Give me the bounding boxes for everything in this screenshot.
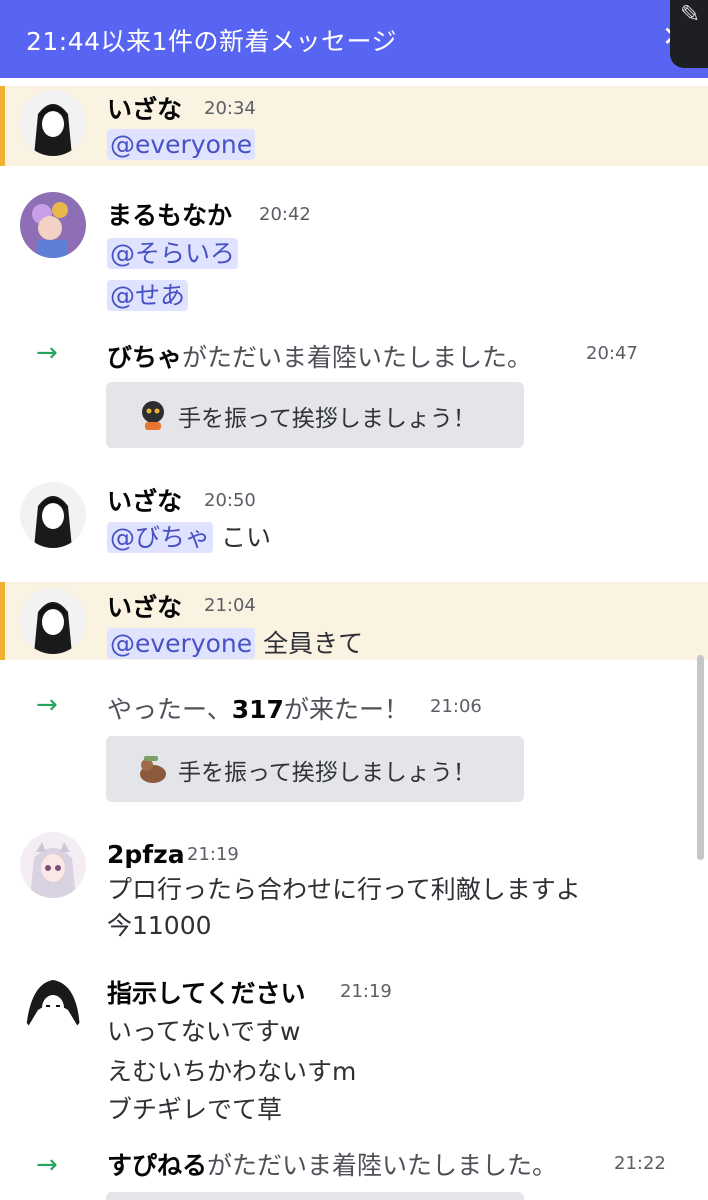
mention[interactable]: @そらいろ [107,238,239,269]
timestamp: 21:06 [430,696,482,717]
joined-user[interactable]: びちゃ [107,343,182,372]
author-name[interactable]: まるもなか [107,196,232,232]
message-content: @そらいろ [107,234,239,270]
timestamp: 20:34 [204,98,256,119]
author-name[interactable]: いざな [107,588,182,624]
timestamp: 21:19 [340,981,392,1002]
author-name[interactable]: いざな [107,482,182,518]
message-content: @びちゃ こい [107,518,271,554]
avatar[interactable] [20,970,86,1036]
message-text: いってないですw [107,1017,301,1046]
system-message: やったー、317が来たー！ [107,690,409,726]
pencil-icon: ✎ [680,0,701,28]
mention[interactable]: @せあ [107,280,189,311]
avatar[interactable] [20,192,86,258]
message-text: こい [213,523,271,552]
mention[interactable]: @びちゃ [107,522,214,553]
message-content: @everyone 全員きて [107,624,363,660]
timestamp: 20:42 [259,204,311,225]
robot-sticker-icon [142,401,164,430]
wave-button-label: 手を振って挨拶しましょう！ [178,760,476,786]
joined-user[interactable]: 317 [232,695,284,724]
scrollbar[interactable] [697,655,704,860]
wave-button[interactable] [106,1192,524,1200]
wave-button[interactable]: 手を振って挨拶しましょう！ [106,382,524,448]
message-content: @せあ [107,276,189,312]
author-name[interactable]: 指示してください [107,974,306,1010]
joined-user[interactable]: すぴねる [107,1151,207,1180]
animal-sticker-icon [140,756,166,783]
timestamp: 20:47 [586,343,638,364]
new-messages-banner[interactable]: 21:44以来1件の新着メッセージ ✕ [0,0,708,78]
avatar[interactable] [20,832,86,898]
mention[interactable]: @everyone [107,628,256,659]
avatar[interactable] [20,90,86,156]
message-text: プロ行ったら合わせに行って利敵しますよ [107,875,581,904]
arrow-right-icon: → [36,690,58,720]
message-text: えむいちかわないすm [107,1057,357,1086]
arrow-right-icon: → [36,1150,58,1180]
timestamp: 21:19 [187,844,239,865]
timestamp: 21:22 [614,1153,666,1174]
wave-button[interactable]: 手を振って挨拶しましょう！ [106,736,524,802]
message-text: ブチギレでて草 [107,1095,283,1124]
avatar[interactable] [20,588,86,654]
message-content: @everyone [107,129,256,160]
new-messages-text: 21:44以来1件の新着メッセージ [26,27,397,56]
arrow-right-icon: → [36,338,58,368]
author-name[interactable]: 2pfza [107,840,185,869]
mention[interactable]: @everyone [107,129,256,160]
system-text: がただいま着陸いたしました。 [207,1151,558,1180]
message-text: 今11000 [107,911,212,940]
system-message: びちゃがただいま着陸いたしました。 [107,338,532,374]
author-name[interactable]: いざな [107,90,182,126]
system-text: がただいま着陸いたしました。 [182,343,533,372]
system-text: が来たー！ [283,695,409,724]
wave-button-label: 手を振って挨拶しましょう！ [178,406,476,432]
timestamp: 20:50 [204,490,256,511]
edit-badge[interactable]: ✎ [670,0,708,68]
system-message: すぴねるがただいま着陸いたしました。 [107,1146,557,1182]
avatar[interactable] [20,482,86,548]
message-text: 全員きて [255,629,364,658]
system-text: やったー、 [107,695,232,724]
timestamp: 21:04 [204,595,256,616]
